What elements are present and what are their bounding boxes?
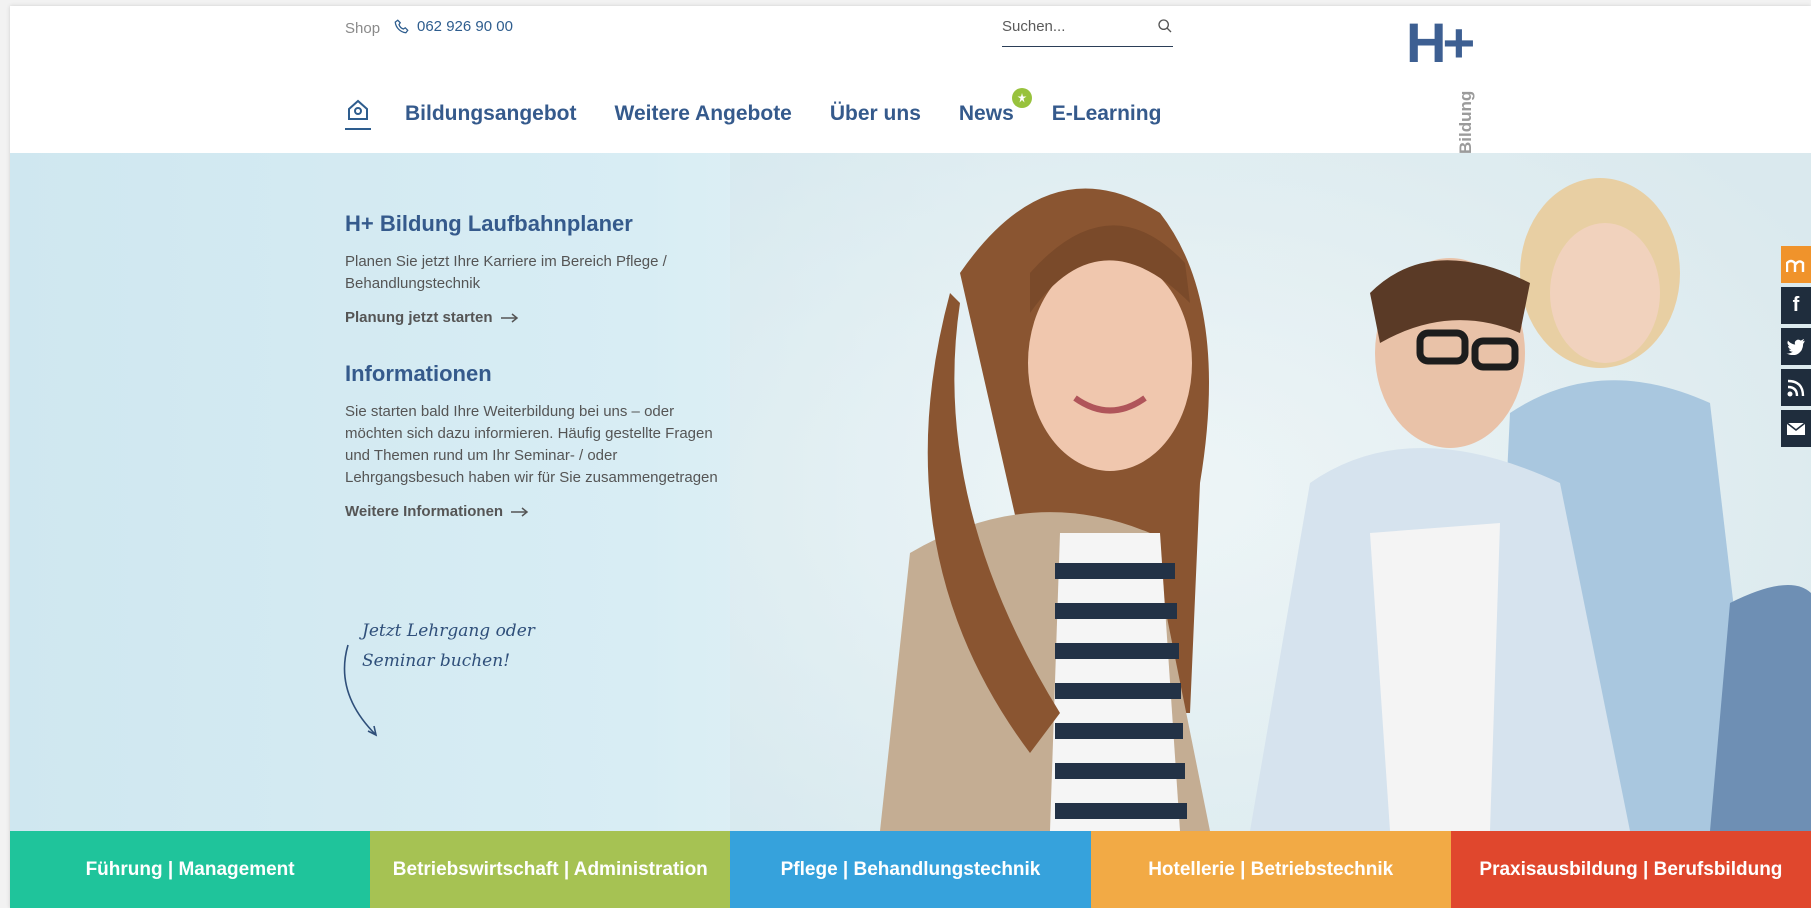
informationen-text-line-2: möchten sich dazu informieren. Häufig ge…: [345, 425, 713, 442]
news-badge-icon: [1011, 88, 1032, 108]
hplus-bildung-logo[interactable]: H+ Bildung: [1406, 11, 1492, 155]
category-fuehrung-management[interactable]: Führung | Management: [10, 831, 371, 908]
planung-starten-link[interactable]: Planung jetzt starten: [345, 309, 667, 326]
twitter-icon[interactable]: [1781, 328, 1811, 365]
search-box: [1002, 16, 1173, 47]
nav-item-bildungsangebot[interactable]: Bildungsangebot: [405, 102, 577, 126]
planung-starten-label: Planung jetzt starten: [345, 309, 493, 326]
main-nav: Bildungsangebot Weitere Angebote Über un…: [345, 88, 1162, 130]
site-header: Shop 062 926 90 00 Bildungsangebot Weit: [10, 6, 1811, 155]
arrow-right-icon: [511, 506, 529, 517]
phone-icon: [394, 19, 409, 34]
mail-icon[interactable]: [1781, 410, 1811, 447]
nav-item-news-label: News: [958, 102, 1014, 125]
laufbahnplaner-text-line-1: Planen Sie jetzt Ihre Karriere im Bereic…: [345, 253, 667, 270]
social-sidebar: f: [1781, 246, 1811, 447]
nav-item-e-learning[interactable]: E-Learning: [1052, 102, 1162, 126]
curved-arrow-icon: [343, 644, 378, 737]
informationen-text-line-4: Lehrgangsbesuch haben wir für Sie zusamm…: [345, 469, 718, 486]
category-bar: Führung | Management Betriebswirtschaft …: [10, 831, 1811, 908]
booking-callout-line-1: Jetzt Lehrgang oder: [362, 621, 535, 641]
nav-item-ueber-uns[interactable]: Über uns: [830, 102, 921, 126]
laufbahnplaner-text-line-2: Behandlungstechnik: [345, 275, 481, 292]
category-praxisausbildung-berufsbildung[interactable]: Praxisausbildung | Berufsbildung: [1450, 831, 1811, 908]
category-betriebswirtschaft-administration[interactable]: Betriebswirtschaft | Administration: [370, 831, 731, 908]
rss-icon[interactable]: [1781, 369, 1811, 406]
moodle-icon[interactable]: [1781, 246, 1811, 283]
informationen-text-line-3: und Themen rund um Ihr Seminar- / oder: [345, 447, 618, 464]
category-hotellerie-betriebstechnik[interactable]: Hotellerie | Betriebstechnik: [1090, 831, 1451, 908]
informationen-title: Informationen: [345, 361, 492, 386]
nav-item-news[interactable]: News: [958, 88, 1032, 126]
arrow-right-icon: [500, 312, 518, 323]
informationen-text-line-1: Sie starten bald Ihre Weiterbildung bei …: [345, 403, 675, 420]
hero-photo: [730, 153, 1811, 831]
search-icon[interactable]: [1157, 18, 1173, 34]
browser-viewport: Shop 062 926 90 00 Bildungsangebot Weit: [10, 6, 1811, 908]
logo-word: Bildung: [1456, 90, 1475, 154]
laufbahnplaner-title: H+ Bildung Laufbahnplaner: [345, 211, 633, 236]
category-pflege-behandlungstechnik[interactable]: Pflege | Behandlungstechnik: [730, 831, 1091, 908]
home-icon: [348, 99, 368, 120]
hero-banner: H+ Bildung Laufbahnplaner Planen Sie jet…: [10, 153, 1811, 831]
laufbahnplaner-block: H+ Bildung Laufbahnplaner Planen Sie jet…: [345, 211, 667, 326]
weitere-informationen-link[interactable]: Weitere Informationen: [345, 503, 718, 520]
home-button[interactable]: [345, 98, 371, 130]
search-input[interactable]: [1002, 16, 1142, 37]
facebook-icon[interactable]: f: [1781, 287, 1811, 324]
phone-link[interactable]: 062 926 90 00: [394, 18, 513, 35]
phone-number: 062 926 90 00: [417, 18, 513, 35]
nav-item-weitere-angebote[interactable]: Weitere Angebote: [615, 102, 792, 126]
weitere-informationen-label: Weitere Informationen: [345, 503, 504, 520]
informationen-block: Informationen Sie starten bald Ihre Weit…: [345, 361, 718, 520]
shop-link[interactable]: Shop: [345, 20, 380, 37]
logo-mark: H+: [1406, 11, 1475, 74]
